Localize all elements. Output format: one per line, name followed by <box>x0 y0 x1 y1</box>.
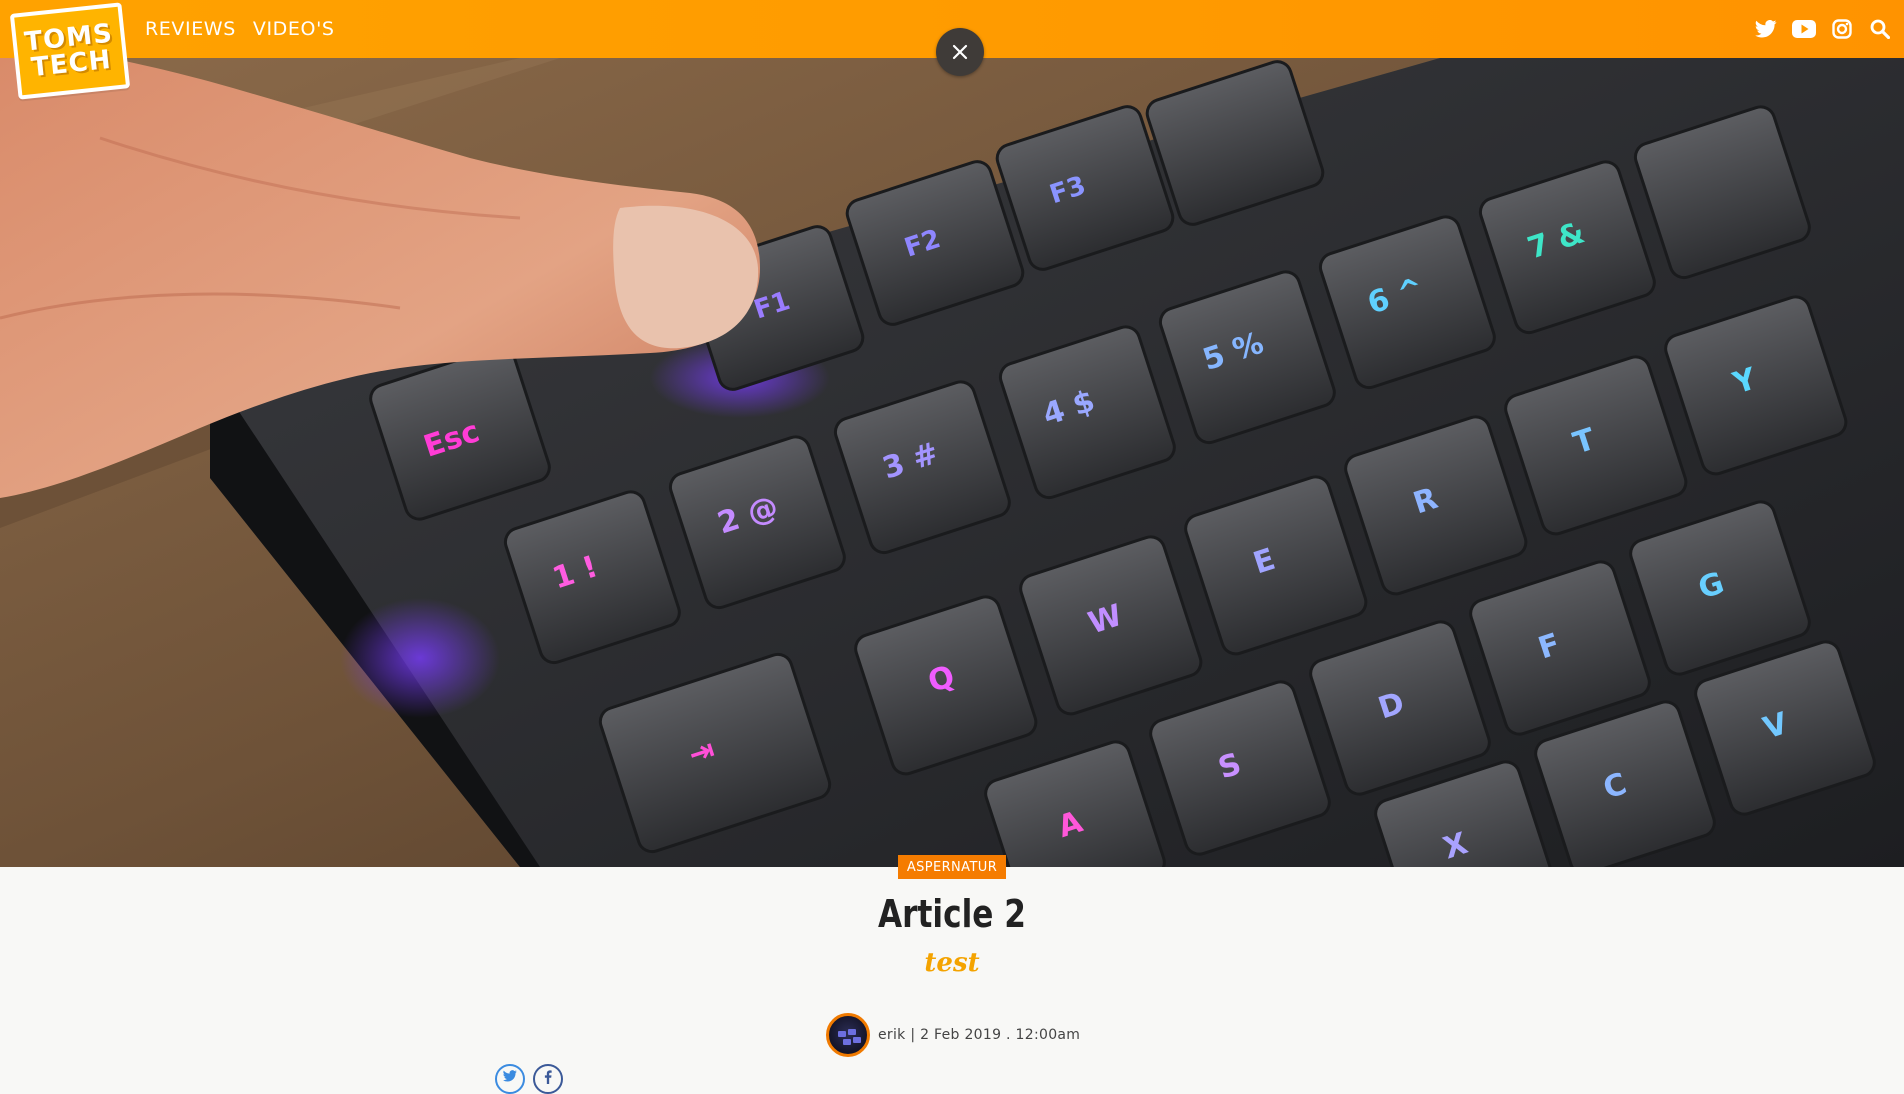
facebook-share-icon[interactable] <box>533 1064 563 1094</box>
social-links <box>1754 0 1892 58</box>
hero-image: Esc F1 F2 F3 1 ! 2 @ 3 # 4 $ 5 % 6 ^ 7 &… <box>0 58 1904 867</box>
share-buttons <box>495 1064 563 1094</box>
category-badge[interactable]: ASPERNATUR <box>898 855 1006 879</box>
keyboard-photo: Esc F1 F2 F3 1 ! 2 @ 3 # 4 $ 5 % 6 ^ 7 &… <box>0 58 1904 867</box>
instagram-icon[interactable] <box>1830 17 1854 41</box>
author-byline: erik | 2 Feb 2019 . 12:00am <box>826 1010 1080 1060</box>
byline-text: erik | 2 Feb 2019 . 12:00am <box>878 1027 1081 1043</box>
logo-line-2: TECH <box>29 44 113 84</box>
youtube-icon[interactable] <box>1792 17 1816 41</box>
search-icon[interactable] <box>1868 17 1892 41</box>
author-avatar[interactable] <box>826 1013 870 1057</box>
twitter-icon[interactable] <box>1754 17 1778 41</box>
nav-link-reviews[interactable]: REVIEWS <box>145 18 236 40</box>
article-title: Article 2 <box>878 892 1026 936</box>
article-subtitle: test <box>924 948 980 978</box>
close-icon <box>952 44 968 60</box>
twitter-share-icon[interactable] <box>495 1064 525 1094</box>
site-logo[interactable]: TOMS TECH <box>9 2 131 100</box>
main-nav: REVIEWS VIDEO'S <box>145 0 335 58</box>
close-button[interactable] <box>936 28 984 76</box>
nav-link-videos[interactable]: VIDEO'S <box>253 18 335 40</box>
